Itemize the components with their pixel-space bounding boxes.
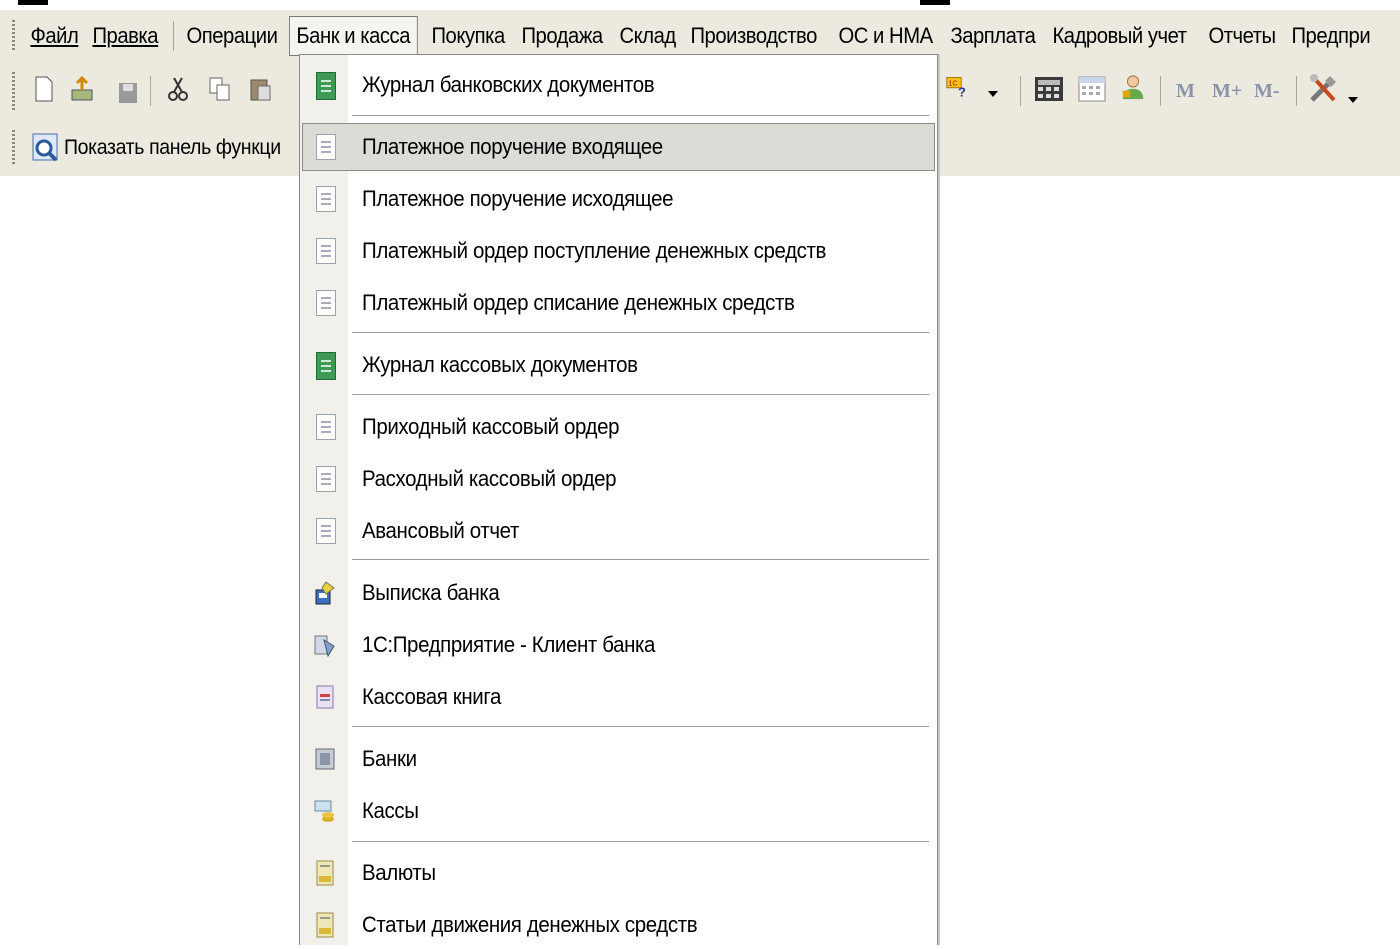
menu-fixed-assets[interactable]: ОС и НМА — [832, 16, 939, 56]
dropdown-item[interactable]: Приходный кассовый ордер — [300, 403, 937, 451]
show-function-panel-button[interactable]: Показать панель функци — [32, 132, 297, 164]
cut-icon[interactable] — [166, 76, 190, 102]
menu-separator — [352, 332, 929, 333]
menu-sales[interactable]: Продажа — [515, 16, 609, 56]
currency-icon — [314, 860, 336, 886]
dropdown-item[interactable]: Расходный кассовый ордер — [300, 455, 937, 503]
document-icon — [314, 238, 336, 264]
menu-enterprise[interactable]: Предпри — [1285, 16, 1377, 56]
dropdown-item[interactable]: Платежное поручение входящее — [300, 123, 937, 171]
menu-separator — [352, 394, 929, 395]
dropdown-item[interactable]: Журнал банковских документов — [300, 61, 937, 109]
menu-bank-and-cash[interactable]: Банк и касса — [289, 16, 418, 56]
journal-icon — [314, 352, 336, 380]
user-icon[interactable] — [1118, 74, 1148, 100]
document-icon — [314, 466, 336, 492]
cash-registers-icon — [314, 798, 336, 824]
menubar-grip[interactable] — [12, 20, 15, 52]
document-icon — [314, 290, 336, 316]
dropdown-item[interactable]: Статьи движения денежных средств — [300, 901, 937, 949]
svg-text:1С: 1С — [948, 78, 957, 87]
toolbar-separator — [1296, 76, 1297, 106]
dropdown-item-label: Журнал банковских документов — [362, 72, 655, 97]
menu-separator — [352, 559, 929, 560]
dropdown-item-label: Кассы — [362, 798, 419, 823]
document-icon — [314, 518, 336, 544]
memory-plus-button[interactable]: M+ — [1212, 80, 1242, 103]
dropdown-item-label: 1С:Предприятие - Клиент банка — [362, 632, 656, 657]
bank-client-icon — [314, 632, 336, 658]
bank-and-cash-dropdown: Журнал банковских документов Платежное по… — [299, 54, 938, 945]
toolbar-grip[interactable] — [12, 72, 15, 110]
bank-statement-icon — [314, 580, 336, 606]
new-document-icon[interactable] — [32, 76, 56, 102]
memory-minus-button[interactable]: M- — [1254, 80, 1280, 103]
banks-icon — [314, 746, 336, 772]
cash-book-icon — [314, 684, 336, 710]
dropdown-item[interactable]: Валюты — [300, 849, 937, 897]
dropdown-item-label: Кассовая книга — [362, 684, 502, 709]
dropdown-item[interactable]: 1С:Предприятие - Клиент банка — [300, 621, 937, 669]
menu-reports[interactable]: Отчеты — [1202, 16, 1282, 56]
dropdown-item[interactable]: Платежный ордер поступление денежных сре… — [300, 227, 937, 275]
dropdown-item-label: Выписка банка — [362, 580, 500, 605]
open-icon[interactable] — [70, 76, 94, 102]
cash-flow-items-icon — [314, 912, 336, 938]
journal-icon — [314, 72, 336, 100]
menu-edit[interactable]: Правка — [86, 16, 165, 56]
calculator-icon[interactable] — [1034, 76, 1064, 102]
menu-separator — [352, 726, 929, 727]
menu-hr[interactable]: Кадровый учет — [1046, 16, 1193, 56]
menu-purchase[interactable]: Покупка — [425, 16, 511, 56]
help-icon[interactable]: 1С? — [946, 74, 970, 100]
dropdown-item-label: Авансовый отчет — [362, 518, 519, 543]
dropdown-item[interactable]: Выписка банка — [300, 569, 937, 617]
toolbar-separator — [1160, 76, 1161, 106]
dropdown-item-label: Платежное поручение входящее — [362, 134, 663, 159]
menu-warehouse[interactable]: Склад — [613, 16, 682, 56]
dropdown-item[interactable]: Кассы — [300, 787, 937, 835]
window-corner-mark-left — [18, 0, 48, 5]
toolbar-separator — [1020, 76, 1021, 106]
paste-icon[interactable] — [248, 76, 272, 102]
svg-text:?: ? — [958, 85, 966, 100]
dropdown-item-label: Платежный ордер списание денежных средст… — [362, 290, 795, 315]
document-icon — [314, 186, 336, 212]
menu-production[interactable]: Производство — [684, 16, 823, 56]
save-icon[interactable] — [116, 80, 140, 106]
dropdown-item[interactable]: Платежный ордер списание денежных средст… — [300, 279, 937, 327]
chevron-down-icon[interactable] — [1346, 92, 1360, 106]
calendar-icon[interactable] — [1078, 76, 1106, 102]
menu-separator — [352, 841, 929, 842]
window-corner-mark-right — [920, 0, 950, 5]
dropdown-item-label: Банки — [362, 746, 417, 771]
dropdown-item-label: Статьи движения денежных средств — [362, 912, 698, 937]
settings-icon[interactable] — [1306, 72, 1340, 106]
menu-operations[interactable]: Операции — [180, 16, 284, 56]
dropdown-item[interactable]: Кассовая книга — [300, 673, 937, 721]
dropdown-item-label: Платежное поручение исходящее — [362, 186, 674, 211]
menu-file[interactable]: Файл — [24, 16, 85, 56]
dropdown-item-label: Журнал кассовых документов — [362, 352, 638, 377]
document-icon — [314, 134, 336, 160]
dropdown-item-label: Платежный ордер поступление денежных сре… — [362, 238, 826, 263]
dropdown-item[interactable]: Банки — [300, 735, 937, 783]
toolbar-grip[interactable] — [12, 130, 15, 166]
memory-m-button[interactable]: M — [1176, 80, 1195, 103]
menu-separator — [352, 115, 929, 116]
chevron-down-icon[interactable] — [986, 86, 1000, 100]
dropdown-item-label: Расходный кассовый ордер — [362, 466, 617, 491]
menu-separator — [173, 21, 175, 51]
dropdown-item-label: Валюты — [362, 860, 436, 885]
dropdown-item[interactable]: Журнал кассовых документов — [300, 341, 937, 389]
dropdown-item[interactable]: Авансовый отчет — [300, 507, 937, 555]
dropdown-item[interactable]: Платежное поручение исходящее — [300, 175, 937, 223]
document-icon — [314, 414, 336, 440]
show-function-panel-label: Показать панель функци — [64, 136, 281, 159]
copy-icon[interactable] — [208, 76, 232, 102]
magnifier-panel-icon — [32, 133, 58, 162]
dropdown-item-label: Приходный кассовый ордер — [362, 414, 620, 439]
toolbar-separator — [150, 76, 151, 106]
menu-salary[interactable]: Зарплата — [944, 16, 1042, 56]
